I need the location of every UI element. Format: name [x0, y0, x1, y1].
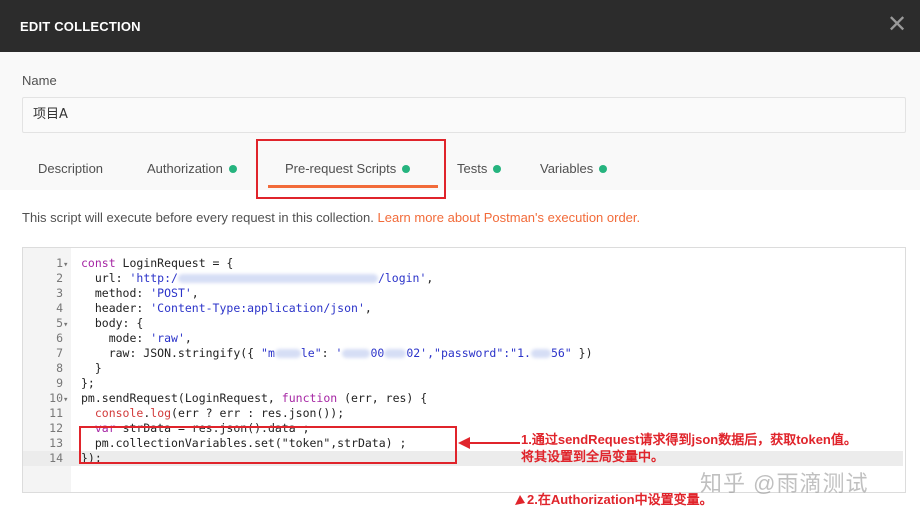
code-token: console: [94, 406, 144, 420]
code-token: LoginRequest = {: [115, 256, 234, 270]
code-line: 4 header: 'Content-Type:application/json…: [23, 301, 903, 316]
code-token: ,: [191, 286, 199, 300]
line-number: 6: [56, 331, 63, 345]
tab-variables[interactable]: Variables: [540, 161, 608, 176]
code-line: 3 method: 'POST',: [23, 286, 903, 301]
status-dot-icon: [493, 165, 502, 173]
close-icon[interactable]: ✕: [884, 12, 910, 38]
line-number: 1: [56, 256, 63, 270]
code-token: 56": [550, 346, 572, 360]
code-line: 2 url: 'http:/ /login',: [23, 271, 903, 286]
line-number: 4: [56, 301, 63, 315]
code-token: body: {: [81, 316, 144, 330]
code-token: 02': [406, 346, 428, 360]
code-token: const: [81, 256, 116, 270]
code-highlight-box: [79, 426, 457, 464]
modal-header: EDIT COLLECTION ✕: [0, 0, 920, 52]
code-line: 1▾ const LoginRequest = {: [23, 256, 903, 271]
line-number: 8: [56, 361, 63, 375]
name-input[interactable]: 项目A: [22, 97, 906, 133]
line-number: 13: [49, 436, 63, 450]
code-token: log: [150, 406, 172, 420]
code-token: 00: [370, 346, 385, 360]
code-token: /login': [377, 271, 427, 285]
code-token: le": [300, 346, 322, 360]
line-number: 12: [49, 421, 63, 435]
tab-label: Tests: [457, 161, 488, 176]
code-token: (err, res) {: [337, 391, 428, 405]
code-line: 8 }: [23, 361, 903, 376]
code-token: 'http:/: [129, 271, 178, 285]
tab-authorization[interactable]: Authorization: [147, 161, 237, 176]
status-dot-icon: [599, 165, 608, 173]
tab-description[interactable]: Description: [38, 161, 103, 176]
redacted-blur: [384, 349, 407, 358]
redacted-blur: [530, 349, 551, 358]
watermark: 知乎 @雨滴测试: [700, 471, 869, 496]
line-number: 11: [49, 406, 63, 420]
code-token: url:: [81, 271, 130, 285]
arrow-up-icon: [515, 495, 525, 505]
code-token: };: [81, 376, 95, 390]
code-token: method:: [81, 286, 151, 300]
line-number: 9: [56, 376, 63, 390]
code-token: header:: [81, 301, 151, 315]
code-line: 11 console.log(err ? err : res.json());: [23, 406, 903, 421]
script-description: This script will execute before every re…: [22, 210, 640, 225]
description-text: This script will execute before every re…: [22, 210, 378, 225]
code-line: 6 mode: 'raw',: [23, 331, 903, 346]
tab-label: Authorization: [147, 161, 223, 176]
code-line: 5▾ body: {: [23, 316, 903, 331]
annotation-note-1-line-2: 将其设置到全局变量中。: [521, 449, 665, 464]
code-token: ,: [426, 271, 434, 285]
tab-label: Variables: [540, 161, 594, 176]
line-number: 14: [49, 451, 63, 465]
tab-highlight-box: [256, 139, 446, 199]
code-token: raw: JSON.stringify({: [81, 346, 262, 360]
code-line: 9};: [23, 376, 903, 391]
code-token: 'raw': [150, 331, 185, 345]
code-token: 'POST': [150, 286, 192, 300]
code-token: :: [321, 346, 336, 360]
line-number: 3: [56, 286, 63, 300]
tab-tests[interactable]: Tests: [457, 161, 502, 176]
name-label: Name: [22, 73, 57, 88]
line-number: 2: [56, 271, 63, 285]
code-token: function: [281, 391, 338, 405]
code-token: (err ? err : res.json());: [171, 406, 345, 420]
code-token: "m: [261, 346, 275, 360]
code-token: }): [571, 346, 593, 360]
tab-label: Description: [38, 161, 104, 176]
modal-title: EDIT COLLECTION: [20, 19, 141, 34]
code-token: }: [81, 361, 102, 375]
redacted-blur: [342, 349, 371, 358]
code-token: ,: [184, 331, 192, 345]
execution-order-link[interactable]: Learn more about Postman's execution ord…: [378, 210, 641, 225]
line-number: 5: [56, 316, 63, 330]
arrow-left-icon: [458, 437, 520, 449]
line-number: 10: [49, 391, 63, 405]
code-line: 10▾ pm.sendRequest(LoginRequest, function…: [23, 391, 903, 406]
code-token: mode:: [81, 331, 151, 345]
line-number: 7: [56, 346, 63, 360]
code-token: ': [335, 346, 343, 360]
code-token: 'Content-Type:application/json': [150, 301, 365, 315]
code-token: ,"password":"1.: [427, 346, 531, 360]
code-token: pm.sendRequest(LoginRequest,: [81, 391, 282, 405]
redacted-blur: [274, 349, 301, 358]
status-dot-icon: [228, 165, 237, 173]
code-line: 7 raw: JSON.stringify({ "m le": ' 00 02',"p…: [23, 346, 903, 361]
redacted-blur: [177, 274, 378, 283]
code-token: ,: [364, 301, 372, 315]
annotation-note-2: 2.在Authorization中设置变量。: [527, 492, 713, 507]
